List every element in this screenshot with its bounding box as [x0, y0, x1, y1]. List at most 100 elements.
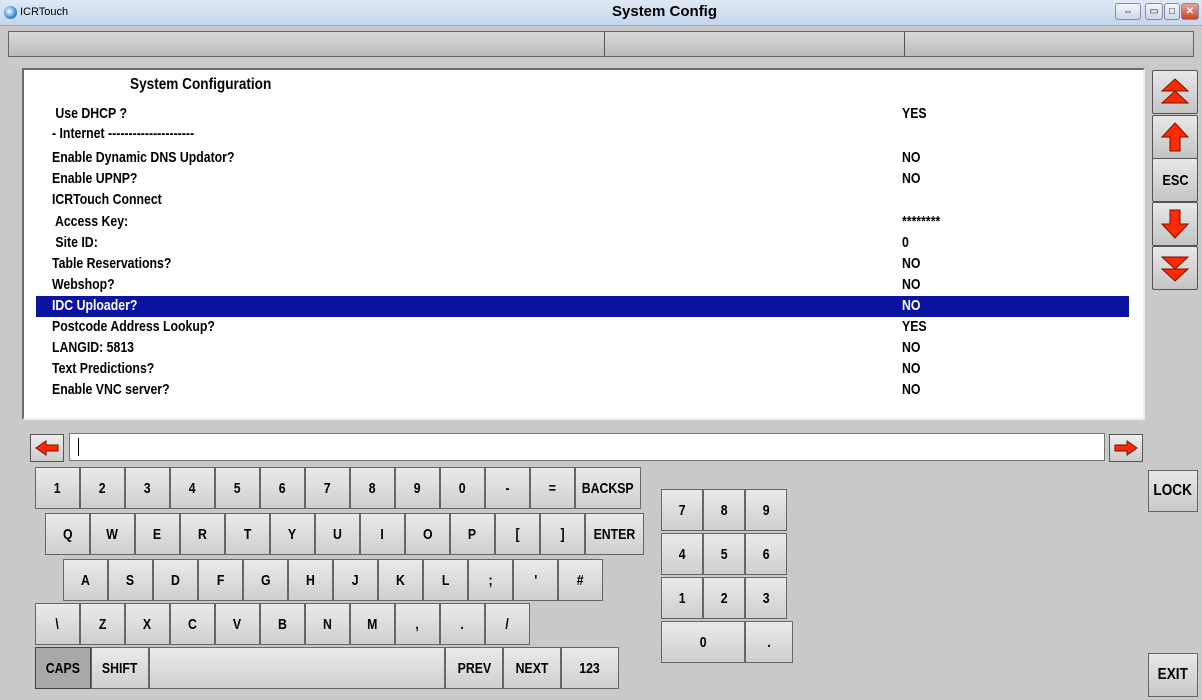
- key[interactable]: [: [495, 513, 540, 555]
- space-key[interactable]: [149, 647, 445, 689]
- config-row-value: YES: [902, 318, 927, 335]
- key[interactable]: W: [90, 513, 135, 555]
- config-row[interactable]: IDC Uploader? NO: [36, 296, 1129, 317]
- key[interactable]: BACKSP: [575, 467, 641, 509]
- window-titlebar: ICRTouch ⇔ ▭ □ ✕: [0, 0, 1202, 26]
- numpad-key[interactable]: 5: [703, 533, 745, 575]
- numpad-key[interactable]: 8: [703, 489, 745, 531]
- key[interactable]: X: [125, 603, 170, 645]
- numpad-key[interactable]: 7: [661, 489, 703, 531]
- key[interactable]: K: [378, 559, 423, 601]
- numpad-key[interactable]: 4: [661, 533, 703, 575]
- exit-button[interactable]: EXIT: [1148, 653, 1198, 697]
- key[interactable]: I: [360, 513, 405, 555]
- key[interactable]: B: [260, 603, 305, 645]
- next-key[interactable]: NEXT: [503, 647, 561, 689]
- key[interactable]: U: [315, 513, 360, 555]
- key[interactable]: ,: [395, 603, 440, 645]
- key[interactable]: Q: [45, 513, 90, 555]
- config-row-value: NO: [902, 360, 921, 377]
- key[interactable]: R: [180, 513, 225, 555]
- key[interactable]: M: [350, 603, 395, 645]
- maximize-button[interactable]: □: [1164, 3, 1180, 20]
- config-row[interactable]: Postcode Address Lookup? YES: [36, 317, 1129, 338]
- key[interactable]: D: [153, 559, 198, 601]
- cursor-left-button[interactable]: [30, 434, 64, 462]
- key[interactable]: 3: [125, 467, 170, 509]
- key[interactable]: /: [485, 603, 530, 645]
- text-input[interactable]: [69, 433, 1105, 461]
- config-row[interactable]: Enable VNC server? NO: [36, 380, 1129, 401]
- scroll-down-button[interactable]: [1152, 202, 1198, 246]
- key[interactable]: H: [288, 559, 333, 601]
- key[interactable]: S: [108, 559, 153, 601]
- key[interactable]: 2: [80, 467, 125, 509]
- page-bottom-button[interactable]: [1152, 246, 1198, 290]
- numpad-key[interactable]: 6: [745, 533, 787, 575]
- key[interactable]: 1: [35, 467, 80, 509]
- config-row[interactable]: Enable Dynamic DNS Updator? NO: [36, 148, 1129, 169]
- key[interactable]: ': [513, 559, 558, 601]
- cursor-right-button[interactable]: [1109, 434, 1143, 462]
- key[interactable]: ENTER: [585, 513, 644, 555]
- config-row[interactable]: LANGID: 5813 NO: [36, 338, 1129, 359]
- key[interactable]: 6: [260, 467, 305, 509]
- key[interactable]: 4: [170, 467, 215, 509]
- config-row-value: NO: [902, 339, 921, 356]
- close-button[interactable]: ✕: [1181, 3, 1199, 20]
- key[interactable]: N: [305, 603, 350, 645]
- key[interactable]: -: [485, 467, 530, 509]
- config-row[interactable]: ICRTouch Connect: [36, 190, 1129, 211]
- scroll-up-button[interactable]: [1152, 115, 1198, 159]
- numbers-key[interactable]: 123: [561, 647, 619, 689]
- key[interactable]: #: [558, 559, 603, 601]
- key[interactable]: F: [198, 559, 243, 601]
- config-row[interactable]: Site ID: 0: [36, 233, 1129, 254]
- key[interactable]: ]: [540, 513, 585, 555]
- key[interactable]: \: [35, 603, 80, 645]
- key[interactable]: Z: [80, 603, 125, 645]
- minimize-button[interactable]: ▭: [1145, 3, 1163, 20]
- config-row[interactable]: Text Predictions? NO: [36, 359, 1129, 380]
- key[interactable]: J: [333, 559, 378, 601]
- prev-key[interactable]: PREV: [445, 647, 503, 689]
- restore-window-button[interactable]: ⇔: [1115, 3, 1141, 20]
- key[interactable]: Y: [270, 513, 315, 555]
- config-row[interactable]: Table Reservations? NO: [36, 254, 1129, 275]
- key[interactable]: L: [423, 559, 468, 601]
- numpad-key[interactable]: 2: [703, 577, 745, 619]
- numpad-key-dot[interactable]: .: [745, 621, 793, 663]
- key[interactable]: 7: [305, 467, 350, 509]
- numpad-key[interactable]: 9: [745, 489, 787, 531]
- key[interactable]: 9: [395, 467, 440, 509]
- config-row[interactable]: Enable UPNP? NO: [36, 169, 1129, 190]
- lock-button[interactable]: LOCK: [1148, 470, 1198, 512]
- key[interactable]: T: [225, 513, 270, 555]
- config-row[interactable]: Access Key: ********: [36, 212, 1129, 233]
- key-label: Q: [62, 525, 73, 543]
- key[interactable]: C: [170, 603, 215, 645]
- key[interactable]: =: [530, 467, 575, 509]
- shift-key[interactable]: SHIFT: [91, 647, 149, 689]
- numpad-key-zero[interactable]: 0: [661, 621, 745, 663]
- caps-key[interactable]: CAPS: [35, 647, 91, 689]
- key[interactable]: ;: [468, 559, 513, 601]
- numpad-key[interactable]: 1: [661, 577, 703, 619]
- key[interactable]: 0: [440, 467, 485, 509]
- key-label: O: [422, 525, 433, 543]
- key[interactable]: E: [135, 513, 180, 555]
- key[interactable]: A: [63, 559, 108, 601]
- config-row[interactable]: Webshop? NO: [36, 275, 1129, 296]
- key[interactable]: 8: [350, 467, 395, 509]
- key[interactable]: 5: [215, 467, 260, 509]
- numpad-key[interactable]: 3: [745, 577, 787, 619]
- page-top-button[interactable]: [1152, 70, 1198, 114]
- key[interactable]: .: [440, 603, 485, 645]
- key[interactable]: P: [450, 513, 495, 555]
- key[interactable]: G: [243, 559, 288, 601]
- key[interactable]: V: [215, 603, 260, 645]
- config-row[interactable]: - Internet ---------------------: [36, 124, 1129, 145]
- key[interactable]: O: [405, 513, 450, 555]
- config-row[interactable]: Use DHCP ? YES: [36, 104, 1129, 125]
- esc-button[interactable]: ESC: [1152, 158, 1198, 202]
